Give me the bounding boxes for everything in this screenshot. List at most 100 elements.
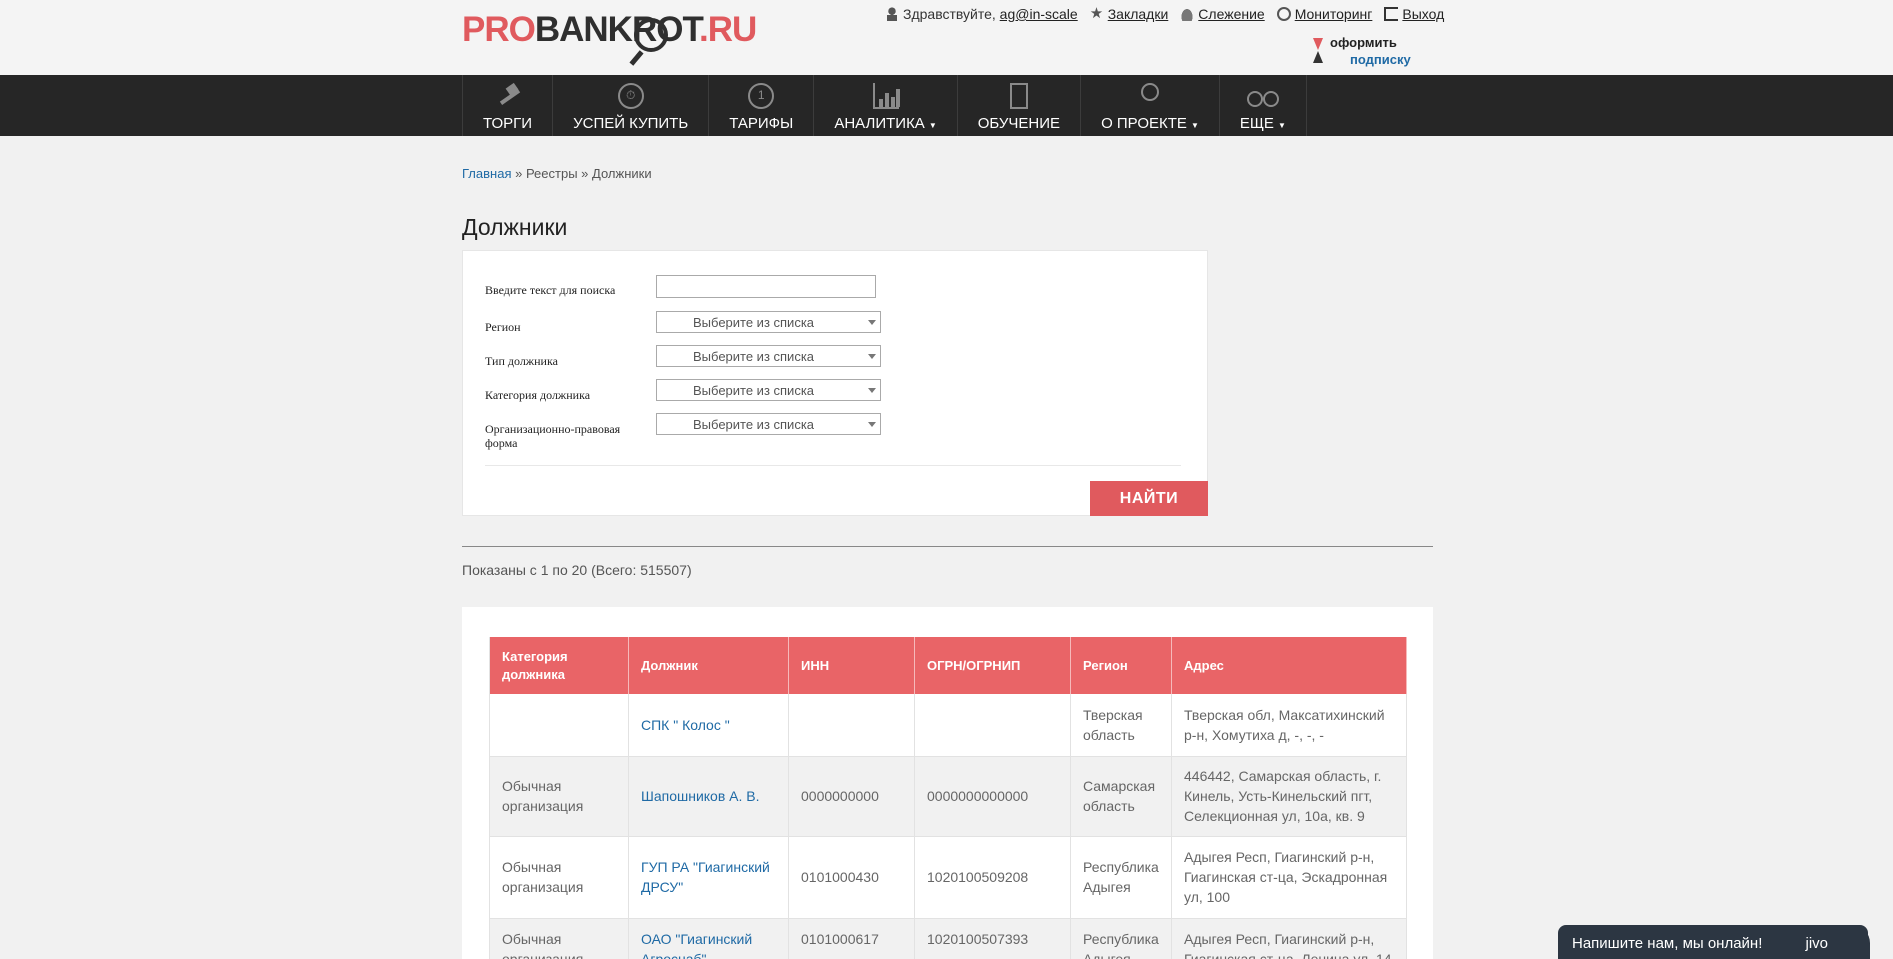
monitoring-link[interactable]: Мониторинг xyxy=(1276,6,1372,22)
nav-item-torgi[interactable]: ТОРГИ xyxy=(463,75,554,136)
col-category[interactable]: Категория должника xyxy=(489,637,629,694)
logout-icon xyxy=(1384,7,1399,21)
cell-ogrn xyxy=(914,694,1071,757)
cell-inn: 0000000000 xyxy=(788,756,915,837)
cell-region: Самарская область xyxy=(1070,756,1172,837)
find-button[interactable]: НАЙТИ xyxy=(1090,481,1208,516)
debtor-link[interactable]: СПК " Колос " xyxy=(641,717,730,733)
cell-debtor: СПК " Колос " xyxy=(628,694,789,757)
debtor-link[interactable]: ГУП РА "Гиагинский ДРСУ" xyxy=(641,859,770,895)
debtor-category-label: Категория должника xyxy=(485,388,591,402)
nav-item-obuchenie[interactable]: ОБУЧЕНИЕ xyxy=(958,75,1082,136)
table-row: Обычная организация ГУП РА "Гиагинский Д… xyxy=(489,836,1407,919)
cell-region: Республика Адыгея xyxy=(1070,918,1172,959)
search-icon xyxy=(1276,7,1291,21)
bookmarks-link[interactable]: ★ Закладки xyxy=(1090,6,1169,22)
cell-ogrn: 1020100507393 xyxy=(914,918,1071,959)
table-header-row: Категория должника Должник ИНН ОГРН/ОГРН… xyxy=(489,637,1407,694)
dropdown-arrow-icon xyxy=(868,422,876,427)
col-region[interactable]: Регион xyxy=(1070,637,1172,694)
coin-icon: 1 xyxy=(748,83,775,109)
glasses-icon xyxy=(1246,83,1280,109)
clock-icon: ⏱ xyxy=(617,83,644,109)
cell-debtor: Шапошников А. В. xyxy=(628,756,789,837)
cell-inn: 0101000430 xyxy=(788,836,915,919)
region-label: Регион xyxy=(485,320,521,334)
debtor-type-select[interactable]: Выберите из списка xyxy=(656,345,881,367)
col-inn[interactable]: ИНН xyxy=(788,637,915,694)
cell-category xyxy=(489,694,629,757)
cell-category: Обычная организация xyxy=(489,756,629,837)
cell-ogrn: 0000000000000 xyxy=(914,756,1071,837)
site-logo[interactable]: PROBANKROT.RU xyxy=(462,12,757,66)
jivo-logo: jivo xyxy=(1805,935,1828,952)
search-label: Введите текст для поиска xyxy=(485,283,616,297)
col-debtor[interactable]: Должник xyxy=(628,637,789,694)
tracking-link[interactable]: Слежение xyxy=(1180,6,1265,22)
table-row: Обычная организация ОАО "Гиагинский Агро… xyxy=(489,918,1407,959)
caret-down-icon: ▼ xyxy=(928,121,937,130)
nav-item-o-proekte[interactable]: О ПРОЕКТЕ ▼ xyxy=(1081,75,1220,136)
logout-link[interactable]: Выход xyxy=(1384,6,1444,22)
user-nav: Здравствуйте, ag@in-scale ★ Закладки Сле… xyxy=(885,6,1456,22)
debtor-category-select[interactable]: Выберите из списка xyxy=(656,379,881,401)
cell-address: Тверская обл, Максатихинский р-н, Хомути… xyxy=(1171,694,1407,757)
col-ogrn[interactable]: ОГРН/ОГРНИП xyxy=(914,637,1071,694)
breadcrumb-home[interactable]: Главная xyxy=(462,166,511,181)
divider xyxy=(485,465,1181,466)
cell-debtor: ГУП РА "Гиагинский ДРСУ" xyxy=(628,836,789,919)
caret-down-icon: ▼ xyxy=(1277,121,1286,130)
star-icon: ★ xyxy=(1089,5,1104,22)
results-table: Категория должника Должник ИНН ОГРН/ОГРН… xyxy=(489,637,1407,959)
legal-form-label: Организационно-правовая форма xyxy=(485,422,621,450)
search-form: Введите текст для поиска Регион Выберите… xyxy=(462,250,1208,516)
chat-text: Напишите нам, мы онлайн! xyxy=(1572,935,1763,952)
nav-item-analitika[interactable]: АНАЛИТИКА ▼ xyxy=(814,75,958,136)
debtor-link[interactable]: ОАО "Гиагинский Агроснаб" xyxy=(641,931,752,959)
cell-debtor: ОАО "Гиагинский Агроснаб" xyxy=(628,918,789,959)
cell-address: Адыгея Респ, Гиагинский р-н, Гиагинская … xyxy=(1171,836,1407,919)
document-icon xyxy=(1009,83,1028,109)
results-panel: Категория должника Должник ИНН ОГРН/ОГРН… xyxy=(462,607,1433,959)
breadcrumb: Главная » Реестры » Должники xyxy=(462,166,652,181)
debtor-link[interactable]: Шапошников А. В. xyxy=(641,788,760,804)
dropdown-arrow-icon xyxy=(868,320,876,325)
page-title: Должники xyxy=(462,214,568,240)
cell-inn xyxy=(788,694,915,757)
breadcrumb-current: Должники xyxy=(592,166,652,181)
nav-item-uspei-kupit[interactable]: ⏱ УСПЕЙ КУПИТЬ xyxy=(553,75,710,136)
magnifier-icon xyxy=(1140,83,1159,101)
cell-category: Обычная организация xyxy=(489,836,629,919)
chart-icon xyxy=(872,83,900,109)
user-icon xyxy=(885,7,899,21)
hammer-icon xyxy=(495,83,521,109)
cell-address: 446442, Самарская область, г. Кинель, Ус… xyxy=(1171,756,1407,837)
bell-icon xyxy=(1180,7,1195,21)
divider xyxy=(462,546,1433,547)
cell-ogrn: 1020100509208 xyxy=(914,836,1071,919)
subscribe-link[interactable]: оформить подписку xyxy=(1313,34,1411,68)
greeting: Здравствуйте, ag@in-scale xyxy=(885,6,1078,22)
cell-region: Тверская область xyxy=(1070,694,1172,757)
table-row: Обычная организация Шапошников А. В. 000… xyxy=(489,756,1407,837)
site-header: PROBANKROT.RU Здравствуйте, ag@in-scale … xyxy=(0,0,1893,75)
user-link[interactable]: ag@in-scale xyxy=(1000,6,1078,22)
caret-down-icon: ▼ xyxy=(1190,121,1199,130)
legal-form-select[interactable]: Выберите из списка xyxy=(656,413,881,435)
cell-address: Адыгея Респ, Гиагинский р-н, Гиагинская … xyxy=(1171,918,1407,959)
col-address[interactable]: Адрес xyxy=(1171,637,1407,694)
results-count: Показаны с 1 по 20 (Всего: 515507) xyxy=(462,562,692,578)
main-nav: ТОРГИ ⏱ УСПЕЙ КУПИТЬ 1 ТАРИФЫ АНАЛИТИКА ▼… xyxy=(0,75,1893,136)
cell-inn: 0101000617 xyxy=(788,918,915,959)
dropdown-arrow-icon xyxy=(868,354,876,359)
nav-item-eshche[interactable]: ЕЩЕ ▼ xyxy=(1220,75,1307,136)
dropdown-arrow-icon xyxy=(868,388,876,393)
cell-region: Республика Адыгея xyxy=(1070,836,1172,919)
region-select[interactable]: Выберите из списка xyxy=(656,311,881,333)
search-input[interactable] xyxy=(656,275,876,298)
chat-widget[interactable]: Напишите нам, мы онлайн! jivo xyxy=(1558,925,1870,959)
logo-magnifier-icon xyxy=(634,18,668,52)
table-row: СПК " Колос " Тверская область Тверская … xyxy=(489,694,1407,757)
breadcrumb-registries: Реестры xyxy=(525,166,578,181)
nav-item-tarify[interactable]: 1 ТАРИФЫ xyxy=(709,75,815,136)
